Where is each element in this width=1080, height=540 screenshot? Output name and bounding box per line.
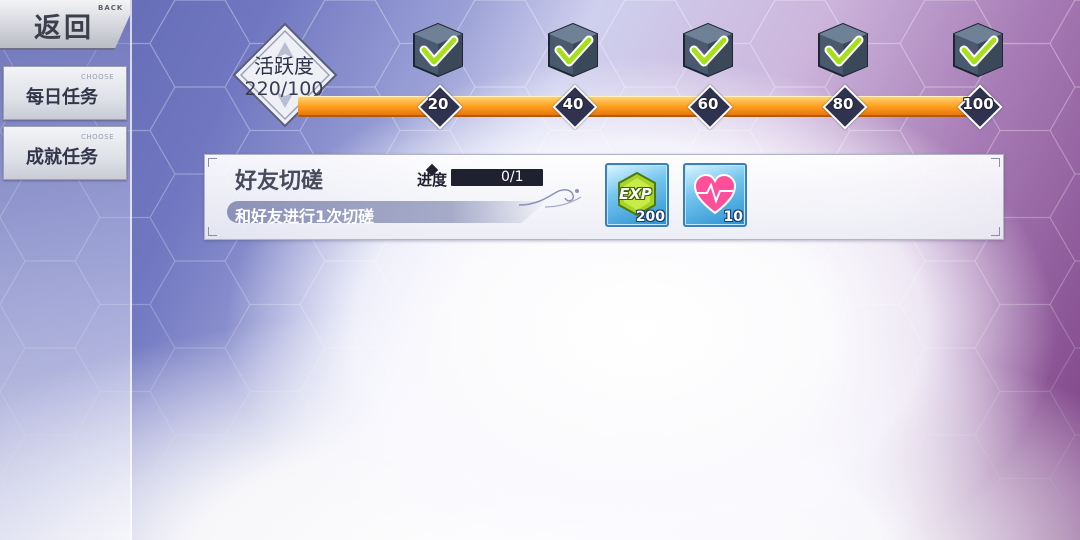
chest-icon[interactable]: [678, 20, 738, 80]
reward-heart[interactable]: 10: [683, 163, 747, 227]
task-name: 好友切磋: [235, 169, 324, 194]
tab-daily-label: 每日任务: [26, 87, 98, 108]
back-button-sublabel: BACK: [98, 4, 124, 12]
card-corner: [991, 227, 1000, 236]
chest-icon[interactable]: [543, 20, 603, 80]
back-button-label: 返回: [34, 13, 94, 44]
tab-achievement-label: 成就任务: [26, 147, 98, 168]
chest-icon[interactable]: [948, 20, 1008, 80]
hex-grid-background: [0, 0, 1080, 540]
card-corner: [208, 227, 217, 236]
tab-achievement-tag: CHOOSE: [80, 133, 114, 141]
tab-achievement-tasks[interactable]: CHOOSE 成就任务: [3, 126, 127, 180]
task-description: 和好友进行1次切磋: [235, 207, 375, 226]
activity-title: 活跃度: [254, 54, 314, 78]
tab-daily-tasks[interactable]: CHOOSE 每日任务: [3, 66, 127, 120]
tab-daily-tag: CHOOSE: [80, 73, 114, 81]
task-progress-label: 进度: [417, 171, 448, 189]
milestone-label: 80: [832, 95, 854, 113]
milestone-label: 100: [962, 95, 994, 113]
reward-exp-quantity: 200: [635, 209, 665, 225]
reward-exp[interactable]: EXP 200: [605, 163, 669, 227]
ornament-swirl-icon: [518, 189, 582, 208]
card-corner: [991, 158, 1000, 167]
reward-heart-quantity: 10: [723, 209, 743, 225]
activity-progress-bar: [298, 96, 988, 117]
milestone-label: 20: [427, 95, 449, 113]
back-button[interactable]: 返回 BACK: [0, 0, 130, 50]
card-corner: [208, 158, 217, 167]
sidebar: 返回 BACK CHOOSE 每日任务 CHOOSE 成就任务: [0, 0, 132, 540]
chest-icon[interactable]: [813, 20, 873, 80]
milestone-label: 60: [697, 95, 719, 113]
chest-icon[interactable]: [408, 20, 468, 80]
exp-icon-text: EXP: [619, 185, 652, 203]
task-card: 好友切磋 进度 0/1 和好友进行1次切磋 EXP 200 10: [204, 154, 1004, 240]
milestone-label: 40: [562, 95, 584, 113]
